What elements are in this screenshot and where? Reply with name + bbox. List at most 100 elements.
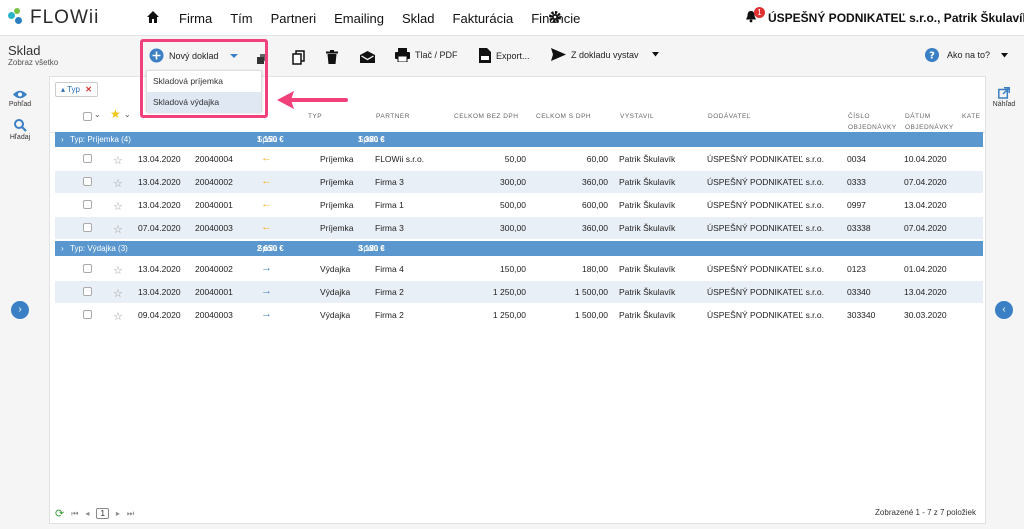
help-button[interactable]: ? Ako na to? [925, 48, 1009, 62]
trash-icon[interactable] [326, 50, 338, 64]
arrow-left-icon: ← [261, 152, 272, 164]
cell-order-no: 03338 [847, 223, 871, 233]
search-button[interactable]: Hľadaj [0, 119, 40, 141]
star-icon[interactable]: ☆ [113, 223, 123, 236]
sort-asc-icon: ▴ [61, 85, 66, 94]
cell-date: 13.04.2020 [138, 287, 181, 297]
chevron-right-icon: › [18, 304, 22, 315]
cell-total-no-vat: 300,00 [500, 223, 526, 233]
cell-type: Príjemka [320, 177, 354, 187]
col-supplier[interactable]: DODÁVATEĽ [708, 111, 751, 122]
preview-button[interactable]: Náhľad [984, 87, 1024, 108]
table-row[interactable]: ☆ 09.04.2020 20040003 → Výdajka Firma 2 … [55, 304, 983, 326]
col-partner[interactable]: PARTNER [376, 111, 410, 122]
last-page-icon[interactable]: ⏭ [127, 509, 134, 519]
star-icon[interactable]: ☆ [113, 200, 123, 213]
cell-order-no: 03340 [847, 287, 871, 297]
cell-total-vat: 360,00 [582, 177, 608, 187]
current-page[interactable]: 1 [96, 508, 109, 519]
row-checkbox[interactable] [83, 154, 92, 163]
cell-type: Príjemka [320, 200, 354, 210]
next-page-icon[interactable]: ▸ [116, 509, 120, 518]
cell-total-vat: 180,00 [582, 264, 608, 274]
star-filter-icon[interactable]: ★ [110, 107, 121, 121]
col-typ[interactable]: TYP [308, 111, 322, 122]
filter-chip-typ[interactable]: ▴ Typ ✕ [55, 82, 98, 97]
nav-item-partneri[interactable]: Partneri [271, 11, 317, 26]
col-order-date[interactable]: DÁTUM OBJEDNÁVKY [905, 111, 954, 133]
nav-item-emailing[interactable]: Emailing [334, 11, 384, 26]
issue-from-document-button[interactable]: Z dokladu vystav [551, 48, 659, 61]
cell-date: 09.04.2020 [138, 310, 181, 320]
cell-supplier: ÚSPEŠNÝ PODNIKATEĽ s.r.o. [707, 310, 824, 320]
table-row[interactable]: ☆ 07.04.2020 20040003 ← Príjemka Firma 3… [55, 217, 983, 239]
print-pdf-button[interactable]: Tlač / PDF [395, 48, 458, 62]
prev-page-icon[interactable]: ◂ [85, 509, 89, 518]
user-company[interactable]: ÚSPEŠNÝ PODNIKATEĽ s.r.o., Patrik Škulav… [768, 11, 1024, 25]
nav-item-fakturacia[interactable]: Fakturácia [453, 11, 514, 26]
page-subtitle[interactable]: Zobraz všetko [8, 58, 58, 67]
group-header-vydajka[interactable]: › Typ: Výdajka (3) Spolu bez DPH: 2 650 … [55, 241, 983, 283]
col-issued-by[interactable]: VYSTAVIL [620, 111, 654, 122]
logo[interactable]: FLOWii [8, 7, 99, 29]
table-row[interactable]: ☆ 13.04.2020 20040002 ← Príjemka Firma 3… [55, 171, 983, 193]
col-order-no[interactable]: ČÍSLO OBJEDNÁVKY [848, 111, 897, 133]
view-button[interactable]: Pohľad [0, 90, 40, 108]
select-all-checkbox[interactable] [83, 112, 92, 121]
cell-total-no-vat: 50,00 [504, 154, 526, 164]
cell-number: 20040003 [195, 310, 233, 320]
row-checkbox[interactable] [83, 310, 92, 319]
col-category[interactable]: KATE [962, 111, 981, 122]
cell-type: Príjemka [320, 223, 354, 233]
notifications-button[interactable]: 1 [745, 7, 765, 26]
cell-supplier: ÚSPEŠNÝ PODNIKATEĽ s.r.o. [707, 287, 824, 297]
gear-icon[interactable] [548, 10, 562, 24]
expand-right-panel-button[interactable]: ‹ [995, 301, 1013, 319]
remove-filter-icon[interactable]: ✕ [85, 85, 92, 94]
cell-order-no: 0123 [847, 264, 866, 274]
table-row[interactable]: ☆ 13.04.2020 20040001 ← Príjemka Firma 1… [55, 194, 983, 216]
star-icon[interactable]: ☆ [113, 154, 123, 167]
print-pdf-label: Tlač / PDF [415, 50, 458, 60]
cell-partner: Firma 2 [375, 287, 404, 297]
cell-order-no: 0997 [847, 200, 866, 210]
cell-issued-by: Patrik Škulavík [619, 310, 676, 320]
home-icon[interactable] [146, 10, 160, 24]
table-row[interactable]: ☆ 13.04.2020 20040001 → Výdajka Firma 2 … [55, 281, 983, 303]
star-icon[interactable]: ☆ [113, 287, 123, 300]
copy-icon[interactable] [292, 50, 305, 65]
table-row[interactable]: ☆ 13.04.2020 20040002 → Výdajka Firma 4 … [55, 258, 983, 280]
row-checkbox[interactable] [83, 287, 92, 296]
col-order-date-line1: DÁTUM [905, 113, 931, 120]
row-checkbox[interactable] [83, 264, 92, 273]
nav-item-tim[interactable]: Tím [230, 11, 252, 26]
expand-left-panel-button[interactable]: › [11, 301, 29, 319]
chevron-right-icon: › [61, 244, 64, 253]
group-label: Typ: Príjemka (4) [70, 135, 131, 144]
col-total-vat[interactable]: CELKOM S DPH [536, 111, 591, 122]
cell-date: 07.04.2020 [138, 223, 181, 233]
chevron-down-icon[interactable]: ⌄ [124, 110, 131, 119]
star-icon[interactable]: ☆ [113, 264, 123, 277]
chevron-right-icon: › [61, 135, 64, 144]
nav-item-firma[interactable]: Firma [179, 11, 212, 26]
nav-item-sklad[interactable]: Sklad [402, 11, 435, 26]
chevron-down-icon[interactable]: ⌄ [94, 110, 101, 119]
row-checkbox[interactable] [83, 200, 92, 209]
group-header-prijemka[interactable]: › Typ: Príjemka (4) Spolu bez DPH: 1 150… [55, 132, 983, 174]
row-checkbox[interactable] [83, 177, 92, 186]
refresh-icon[interactable]: ⟳ [55, 507, 64, 520]
first-page-icon[interactable]: ⏮ [71, 509, 78, 519]
envelope-icon[interactable] [360, 51, 375, 63]
star-icon[interactable]: ☆ [113, 310, 123, 323]
table-row[interactable]: ☆ 13.04.2020 20040004 ← Príjemka FLOWii … [55, 148, 983, 170]
col-total-no-vat[interactable]: CELKOM BEZ DPH [454, 111, 518, 122]
row-checkbox[interactable] [83, 223, 92, 232]
cell-supplier: ÚSPEŠNÝ PODNIKATEĽ s.r.o. [707, 177, 824, 187]
star-icon[interactable]: ☆ [113, 177, 123, 190]
pointer-arrow-icon [277, 91, 348, 109]
cell-type: Výdajka [320, 287, 351, 297]
cell-supplier: ÚSPEŠNÝ PODNIKATEĽ s.r.o. [707, 154, 824, 164]
group-sum-no-vat: Spolu bez DPH: 2 650 € [257, 241, 284, 283]
export-button[interactable]: Export... [479, 48, 530, 63]
